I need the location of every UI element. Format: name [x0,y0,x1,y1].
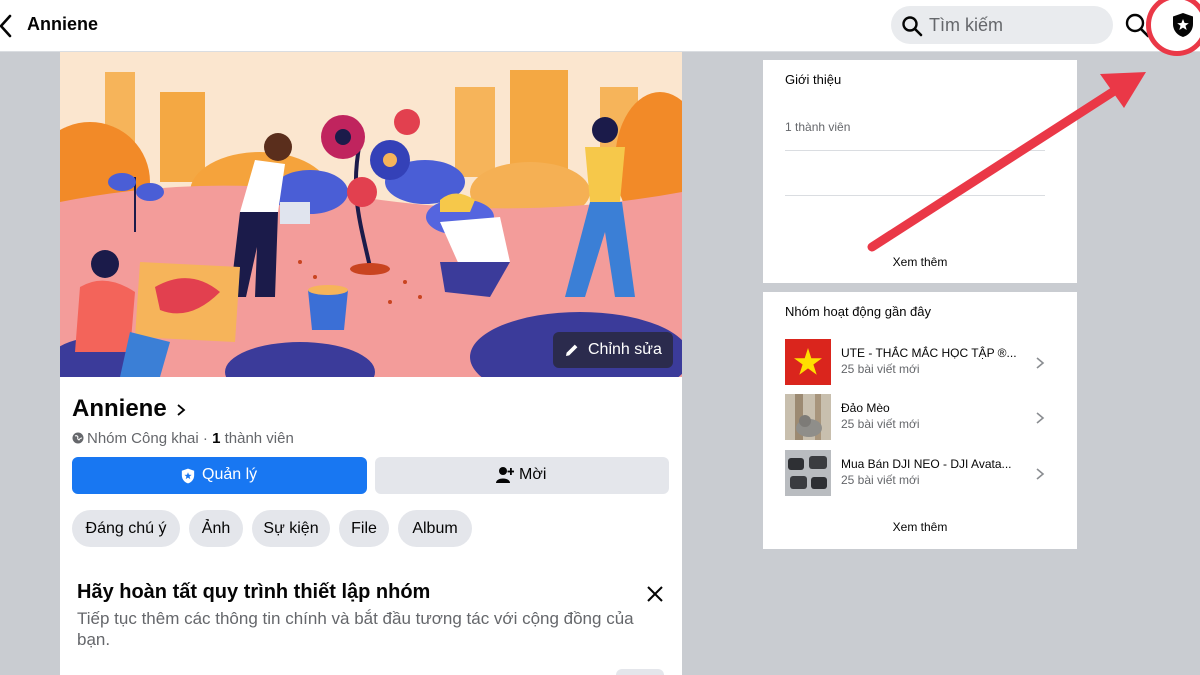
recent-group-item[interactable]: UTE - THẮC MẮC HỌC TẬP ®... 25 bài viết … [785,339,1055,385]
setup-title: Hãy hoàn tất quy trình thiết lập nhóm [77,581,431,603]
globe-icon [72,432,84,444]
recent-group-item[interactable]: Đảo Mèo 25 bài viết mới [785,394,1055,440]
recent-groups-title: Nhóm hoạt động gần đây [785,304,931,319]
meta-separator: · [198,430,213,447]
search-field[interactable] [891,6,1113,44]
tab-events[interactable]: Sự kiện [252,510,330,547]
recent-group-posts: 25 bài viết mới [841,362,920,376]
chevron-right-icon [1036,357,1045,369]
about-title: Giới thiệu [785,72,842,87]
edit-cover-button[interactable]: Chỉnh sửa [553,332,673,368]
pencil-icon [566,344,578,356]
recent-group-posts: 25 bài viết mới [841,473,920,487]
search-icon [902,16,923,37]
page-title: Anniene [27,14,99,34]
add-person-icon [496,467,514,483]
tab-files[interactable]: File [339,510,389,547]
recent-group-item[interactable]: Mua Bán DJI NEO - DJI Avata... 25 bài vi… [785,450,1055,496]
recent-groups-see-more-link[interactable]: Xem thêm [763,520,1077,534]
divider [785,195,1045,196]
recent-group-name: UTE - THẮC MẮC HỌC TẬP ®... [841,346,1017,360]
top-bar: Anniene [0,0,1200,52]
recent-group-name: Đảo Mèo [841,401,890,415]
recent-group-posts: 25 bài viết mới [841,417,920,431]
chevron-right-icon[interactable] [174,402,188,418]
divider [785,150,1045,151]
group-name[interactable]: Anniene [72,395,167,423]
tab-featured[interactable]: Đáng chú ý [72,510,180,547]
group-main-panel: Chỉnh sửa Anniene Nhóm Công khai · 1 thà… [60,52,682,675]
privacy-label: Nhóm Công khai [87,430,199,447]
member-label: thành viên [220,430,294,447]
chevron-right-icon [1036,468,1045,480]
cover-photo [60,52,682,377]
admin-shield-icon [181,468,195,484]
back-chevron-icon[interactable] [0,12,18,40]
chevron-right-icon [1036,412,1045,424]
invite-label: Mời [519,466,547,483]
recent-groups-card: Nhóm hoạt động gần đây UTE - THẮC MẮC HỌ… [763,292,1077,549]
close-icon[interactable] [645,584,665,604]
manage-button[interactable]: Quản lý [72,457,367,494]
invite-button[interactable]: Mời [375,457,669,494]
about-card: Giới thiệu 1 thành viên Xem thêm [763,60,1077,283]
group-thumbnail [785,450,831,496]
search-input[interactable] [929,6,1104,44]
tab-albums[interactable]: Album [398,510,472,547]
setup-description: Tiếp tục thêm các thông tin chính và bắt… [77,609,634,649]
group-thumbnail [785,339,831,385]
group-thumbnail [785,394,831,440]
tab-photos[interactable]: Ảnh [189,510,243,547]
setup-item-button[interactable] [616,669,664,675]
group-meta: Nhóm Công khai · 1 thành viên [72,430,294,447]
manage-label: Quản lý [202,466,258,483]
about-members: 1 thành viên [785,120,851,134]
about-see-more-link[interactable]: Xem thêm [763,255,1077,269]
recent-group-name: Mua Bán DJI NEO - DJI Avata... [841,457,1012,471]
edit-cover-label: Chỉnh sửa [588,341,662,358]
